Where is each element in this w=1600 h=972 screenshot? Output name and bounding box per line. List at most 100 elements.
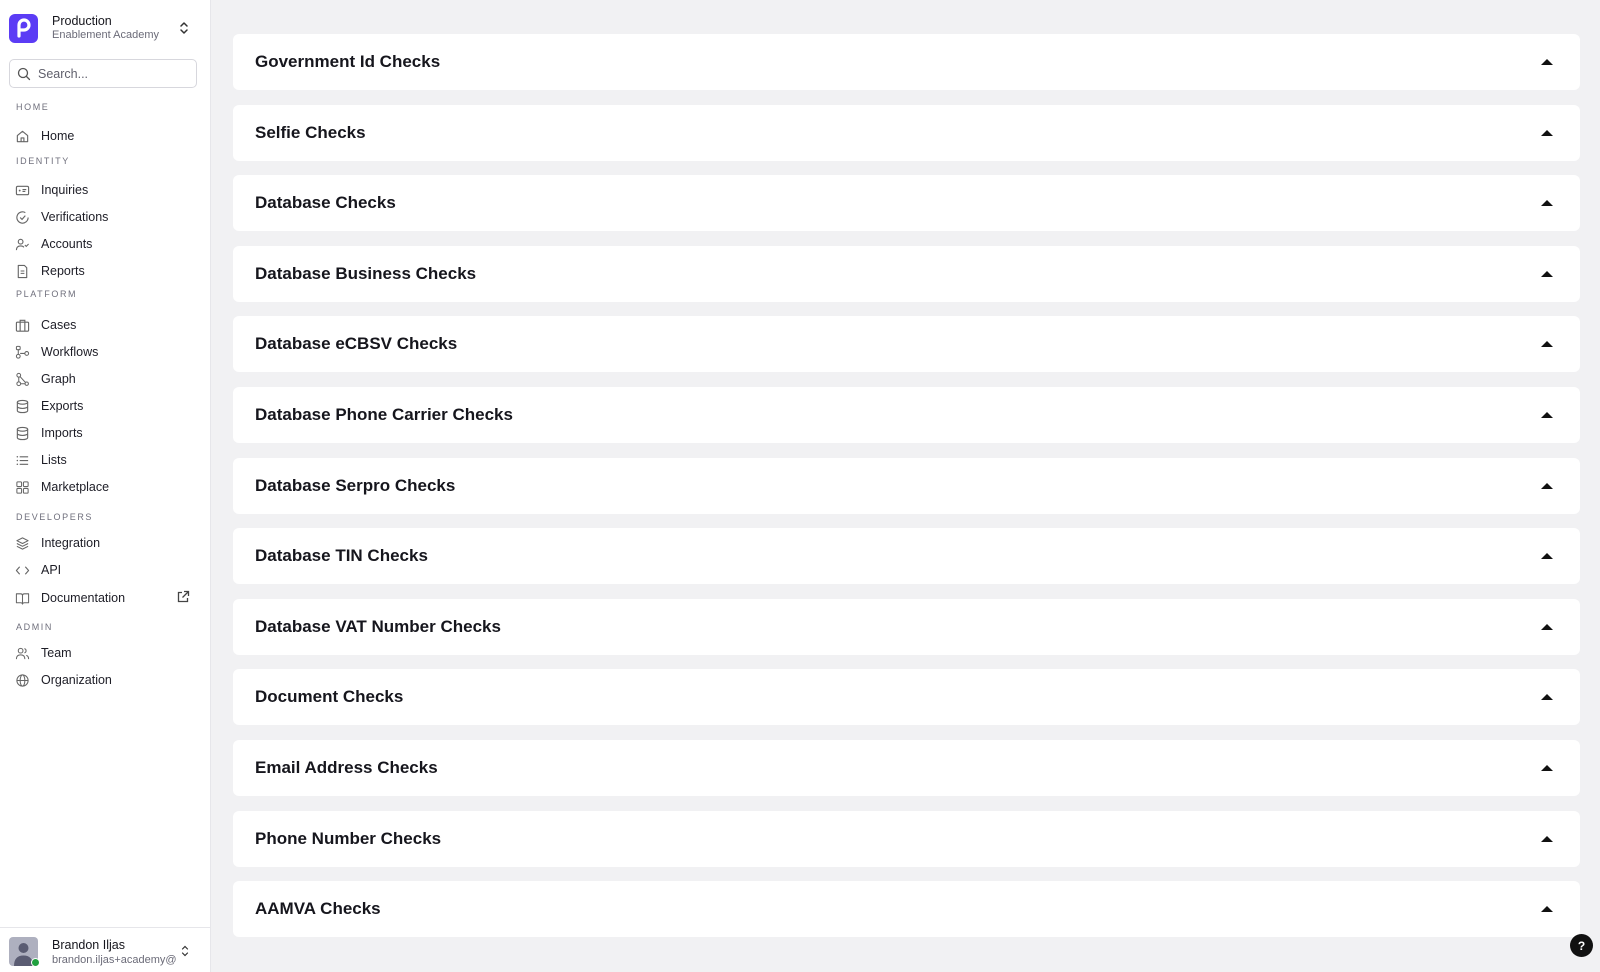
sidebar-item-label: Documentation [41,591,126,605]
check-circle-icon [14,209,30,225]
caret-up-icon[interactable] [1541,835,1553,842]
accordion-title: Selfie Checks [255,122,366,142]
accordion-title: Government Id Checks [255,52,441,71]
accordion-section[interactable]: Database Business Checks [233,245,1580,302]
sidebar-item-label: Marketplace [41,480,110,494]
sidebar-item-accounts[interactable]: Accounts [14,232,196,256]
accordion-section[interactable]: Database Checks [233,175,1580,232]
caret-up-icon[interactable] [1541,694,1553,701]
caret-up-icon[interactable] [1541,553,1553,560]
accordion-section[interactable]: AAMVA Checks [233,881,1580,938]
caret-up-icon[interactable] [1541,906,1553,913]
sidebar-item-label: Integration [41,536,101,550]
caret-up-icon[interactable] [1541,623,1553,630]
sidebar-item-graph[interactable]: Graph [14,367,196,391]
sidebar-item-label: Reports [41,264,85,278]
caret-up-icon[interactable] [1541,129,1553,136]
user-name: Brandon Iljas [52,938,125,952]
search-icon [17,67,31,80]
external-link-icon [177,590,190,603]
accordion-section[interactable]: Database Phone Carrier Checks [233,387,1580,443]
accordion-section[interactable]: Database VAT Number Checks [233,598,1580,655]
accordion-title: Database Business Checks [255,263,477,283]
accordion-section[interactable]: Document Checks [233,669,1580,726]
workflow-icon [14,344,30,360]
sidebar-item-label: Verifications [41,210,109,224]
accordion-section[interactable]: Database Serpro Checks [233,457,1580,514]
sidebar-item-home[interactable]: Home [14,124,196,148]
accordion-title: Database Checks [255,193,396,213]
accordion-section[interactable]: Database eCBSV Checks [233,316,1580,373]
sidebar-item-workflows[interactable]: Workflows [14,340,196,364]
accordion-section[interactable]: Phone Number Checks [233,810,1580,867]
caret-up-icon[interactable] [1541,412,1553,418]
sidebar-item-label: Workflows [41,345,99,359]
sidebar-item-team[interactable]: Team [14,641,196,665]
section-label-home: HOME [16,102,50,112]
help-button[interactable]: ? [1570,934,1593,957]
list-icon [14,452,30,468]
caret-up-icon[interactable] [1541,200,1553,207]
caret-up-icon[interactable] [1541,270,1553,277]
caret-up-icon[interactable] [1541,341,1553,348]
org-logo [9,13,38,43]
section-label-developers: DEVELOPERS [16,512,94,522]
sidebar-item-label: Team [41,646,72,660]
sidebar-item-api[interactable]: API [14,558,196,582]
accordion-section[interactable]: Government Id Checks [233,34,1580,90]
sidebar-item-label: Inquiries [41,183,89,197]
search-box[interactable] [9,59,197,88]
sidebar: Production Enablement Academy HOME Home … [0,0,211,972]
accordion-title: Document Checks [255,687,404,707]
sidebar-item-cases[interactable]: Cases [14,313,196,337]
org-switcher[interactable]: Production Enablement Academy [9,12,199,44]
sidebar-item-documentation[interactable]: Documentation [14,586,196,610]
sidebar-item-verifications[interactable]: Verifications [14,205,196,229]
sidebar-item-label: API [41,563,62,577]
accordion-section[interactable]: Database TIN Checks [233,528,1580,585]
chevron-up-down-icon[interactable] [177,20,191,36]
document-icon [14,263,30,279]
accordion-section[interactable]: Email Address Checks [233,740,1580,796]
code-icon [14,562,30,578]
sidebar-item-label: Accounts [41,237,93,251]
sidebar-item-marketplace[interactable]: Marketplace [14,475,196,499]
sidebar-item-label: Imports [41,426,83,440]
caret-up-icon[interactable] [1541,482,1553,489]
grid-icon [14,479,30,495]
sidebar-item-lists[interactable]: Lists [14,448,196,472]
user-menu[interactable]: Brandon Iljas brandon.iljas+academy@ [0,927,211,972]
accordion-title: Phone Number Checks [255,828,442,848]
accordion-title: Database VAT Number Checks [255,616,501,636]
database-icon [14,425,30,441]
search-input[interactable] [38,66,188,81]
sidebar-item-reports[interactable]: Reports [14,259,196,283]
sidebar-item-exports[interactable]: Exports [14,394,196,418]
team-icon [14,645,30,661]
sidebar-item-label: Cases [41,318,77,332]
accordion-title: Email Address Checks [255,758,438,777]
home-icon [14,128,30,144]
user-email: brandon.iljas+academy@ [52,954,177,966]
accordion-title: Database eCBSV Checks [255,334,458,354]
caret-up-icon[interactable] [1541,765,1553,771]
briefcase-icon [14,317,30,333]
section-label-identity: IDENTITY [16,156,70,166]
user-check-icon [14,236,30,252]
sidebar-item-inquiries[interactable]: Inquiries [14,178,196,202]
caret-up-icon[interactable] [1541,59,1553,65]
accordion-title: Database Phone Carrier Checks [255,405,513,424]
accordion-section[interactable]: Selfie Checks [233,104,1580,161]
graph-icon [14,371,30,387]
section-label-platform: PLATFORM [16,289,78,299]
accordion-title: AAMVA Checks [255,899,381,919]
database-icon [14,398,30,414]
sidebar-item-organization[interactable]: Organization [14,668,196,692]
status-indicator [31,958,40,967]
section-label-admin: ADMIN [16,622,53,632]
chevron-up-down-icon[interactable] [181,945,189,957]
persona-logo-icon [16,18,31,38]
sidebar-item-integration[interactable]: Integration [14,531,196,555]
sidebar-item-imports[interactable]: Imports [14,421,196,445]
accordion-title: Database TIN Checks [255,546,428,566]
